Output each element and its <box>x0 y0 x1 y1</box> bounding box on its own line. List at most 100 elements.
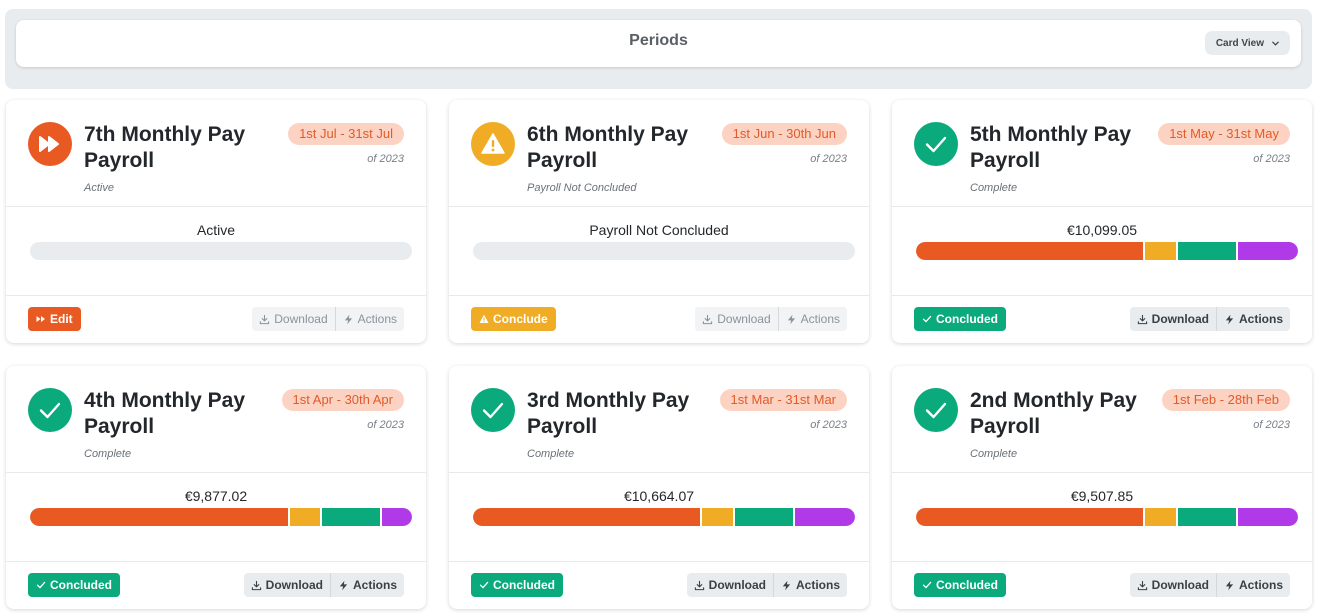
date-range-badge: 1st May - 31st May <box>1158 123 1290 145</box>
progress-bar <box>30 242 412 260</box>
periods-header: Periods Card View <box>16 20 1301 67</box>
download-button[interactable]: Download <box>1130 307 1216 331</box>
actions-button[interactable]: Actions <box>329 573 404 597</box>
actions-button[interactable]: Actions <box>1215 573 1290 597</box>
period-card: 6th Monthly Pay Payroll Payroll Not Concl… <box>449 100 869 343</box>
concluded-button[interactable]: Concluded <box>471 573 563 597</box>
download-icon <box>1137 314 1147 324</box>
download-button[interactable]: Download <box>687 573 773 597</box>
date-range-badge: 1st Jun - 30th Jun <box>721 123 847 145</box>
download-label: Download <box>708 578 766 592</box>
card-title: 5th Monthly Pay Payroll <box>970 123 1132 172</box>
card-actions-group: Download Actions <box>243 573 404 597</box>
download-icon <box>694 580 704 590</box>
check-icon <box>36 581 46 589</box>
download-button[interactable]: Download <box>695 307 778 331</box>
period-card: 7th Monthly Pay Payroll Active 1st Jul - 3… <box>6 100 426 343</box>
period-year: of 2023 <box>810 153 847 165</box>
card-status: Complete <box>84 448 132 460</box>
primary-button-label: Edit <box>50 312 73 326</box>
card-title: 6th Monthly Pay Payroll <box>527 123 689 172</box>
card-header: 2nd Monthly Pay Payroll Complete 1st Feb -… <box>892 366 1312 473</box>
lightning-icon <box>782 580 791 590</box>
lightning-icon <box>1225 580 1234 590</box>
card-footer: Concluded Download Actions <box>892 561 1312 609</box>
card-actions-group: Download Actions <box>686 573 847 597</box>
fast-forward-icon <box>36 316 45 322</box>
concluded-button[interactable]: Concluded <box>28 573 120 597</box>
breakdown-segment <box>321 508 380 526</box>
card-footer: Concluded Download Actions <box>449 561 869 609</box>
period-card: 4th Monthly Pay Payroll Complete 1st Apr -… <box>6 366 426 609</box>
breakdown-segment <box>794 508 855 526</box>
card-footer: Conclude Download Actions <box>449 295 869 343</box>
card-amount: €9,507.85 <box>1070 488 1134 504</box>
period-year: of 2023 <box>367 419 404 431</box>
edit-button[interactable]: Edit <box>28 307 81 331</box>
lightning-icon <box>344 314 352 324</box>
period-year: of 2023 <box>1253 153 1290 165</box>
actions-label: Actions <box>800 312 840 326</box>
date-range-badge: 1st Mar - 31st Mar <box>719 389 847 411</box>
card-status: Complete <box>970 448 1018 460</box>
check-icon <box>922 581 932 589</box>
primary-button-label: Concluded <box>936 578 998 592</box>
primary-button-label: Concluded <box>936 312 998 326</box>
check-icon <box>28 388 72 432</box>
download-button[interactable]: Download <box>1130 573 1216 597</box>
concluded-button[interactable]: Concluded <box>914 573 1006 597</box>
primary-button-label: Conclude <box>493 312 548 326</box>
period-year: of 2023 <box>1253 419 1290 431</box>
breakdown-segment <box>1237 242 1298 260</box>
card-footer: Concluded Download Actions <box>892 295 1312 343</box>
card-status: Complete <box>527 448 575 460</box>
breakdown-segment <box>1177 242 1236 260</box>
download-icon <box>260 314 270 324</box>
date-range-badge: 1st Feb - 28th Feb <box>1161 389 1290 411</box>
card-amount: Active <box>196 222 236 238</box>
period-card: 2nd Monthly Pay Payroll Complete 1st Feb -… <box>892 366 1312 609</box>
card-actions-group: Download Actions <box>252 307 404 331</box>
period-card: 3rd Monthly Pay Payroll Complete 1st Mar -… <box>449 366 869 609</box>
actions-label: Actions <box>795 578 840 592</box>
concluded-button[interactable]: Concluded <box>914 307 1006 331</box>
breakdown-segment <box>916 508 1144 526</box>
breakdown-segment <box>916 242 1144 260</box>
download-label: Download <box>717 312 771 326</box>
download-button[interactable]: Download <box>252 307 335 331</box>
actions-button[interactable]: Actions <box>334 307 404 331</box>
breakdown-segment <box>473 508 701 526</box>
breakdown-segment <box>30 508 288 526</box>
period-card: 5th Monthly Pay Payroll Complete 1st May -… <box>892 100 1312 343</box>
download-label: Download <box>274 312 328 326</box>
actions-button[interactable]: Actions <box>772 573 847 597</box>
actions-button[interactable]: Actions <box>1215 307 1290 331</box>
warning-icon <box>471 122 515 166</box>
lightning-icon <box>339 580 348 590</box>
date-range-badge: 1st Jul - 31st Jul <box>288 123 404 145</box>
breakdown-segment <box>702 508 733 526</box>
card-view-dropdown[interactable]: Card View <box>1204 31 1290 55</box>
card-actions-group: Download Actions <box>1129 307 1290 331</box>
download-button[interactable]: Download <box>244 573 330 597</box>
check-icon <box>922 315 932 323</box>
period-year: of 2023 <box>810 419 847 431</box>
lightning-icon <box>787 314 795 324</box>
breakdown-segment <box>381 508 412 526</box>
download-icon <box>251 580 261 590</box>
actions-button[interactable]: Actions <box>777 307 847 331</box>
chevron-down-icon <box>1272 41 1279 46</box>
primary-button-label: Concluded <box>50 578 112 592</box>
view-label: Card View <box>1215 37 1264 49</box>
breakdown-segment <box>1237 508 1298 526</box>
download-icon <box>703 314 713 324</box>
card-status: Active <box>84 182 114 194</box>
download-label: Download <box>265 578 323 592</box>
actions-label: Actions <box>1238 312 1283 326</box>
card-amount: Payroll Not Concluded <box>589 222 729 238</box>
conclude-button[interactable]: Conclude <box>471 307 556 331</box>
card-title: 4th Monthly Pay Payroll <box>84 389 246 438</box>
breakdown-segment <box>734 508 793 526</box>
payroll-breakdown-bar <box>30 508 412 526</box>
date-range-badge: 1st Apr - 30th Apr <box>281 389 404 411</box>
